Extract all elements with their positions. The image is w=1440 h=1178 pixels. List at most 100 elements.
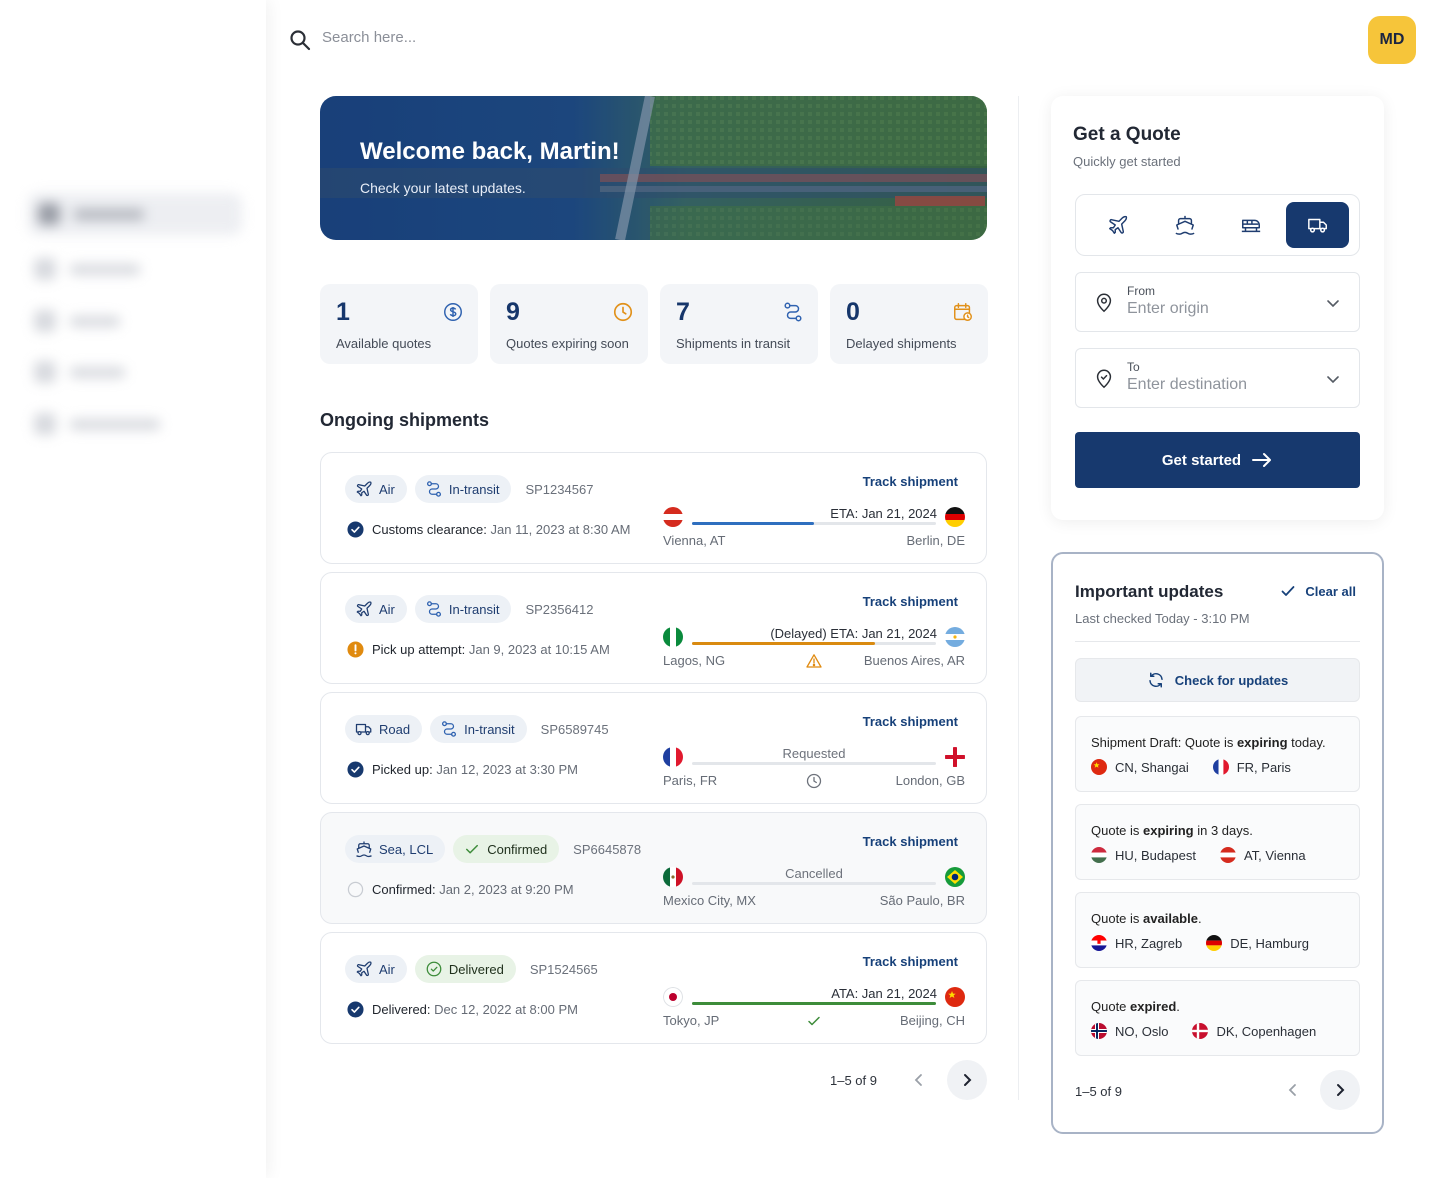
state-tag: In-transit (430, 715, 527, 743)
stat-label: Quotes expiring soon (506, 336, 629, 351)
progress-track (692, 762, 936, 765)
stat-shipments-in-transit[interactable]: 7 Shipments in transit (660, 284, 818, 364)
shipment-tags: Sea, LCL Confirmed SP6645878 (345, 835, 641, 863)
destination-flag-icon (1212, 759, 1229, 775)
sidebar-item[interactable] (34, 258, 140, 280)
stat-value: 0 (846, 298, 860, 326)
status-date: Dec 12, 2022 at 8:00 PM (434, 1002, 578, 1017)
check-for-updates-button[interactable]: Check for updates (1075, 658, 1360, 702)
welcome-subtitle: Check your latest updates. (360, 180, 526, 196)
shipment-card[interactable]: Road In-transit SP6589745 Track shipment… (320, 692, 987, 804)
destination-field[interactable]: To (1075, 348, 1360, 408)
sidebar (0, 0, 266, 1178)
track-shipment-link[interactable]: Track shipment (863, 714, 958, 729)
column-divider (1018, 96, 1019, 1100)
clear-all-label: Clear all (1305, 583, 1356, 599)
empty-circle-icon (347, 881, 364, 898)
mode-tag: Air (345, 595, 407, 623)
update-item[interactable]: Quote expired. NO, Oslo DK, Copenhagen (1075, 980, 1360, 1056)
shipment-route: (Delayed) ETA: Jan 21, 2024 Lagos, NG Bu… (663, 625, 965, 675)
shipment-card[interactable]: Air Delivered SP1524565 Track shipment D… (320, 932, 987, 1044)
chevron-down-icon[interactable] (1325, 371, 1341, 387)
shipment-card[interactable]: Sea, LCL Confirmed SP6645878 Track shipm… (320, 812, 987, 924)
update-message: Quote is available. (1091, 911, 1202, 926)
destination-flag-icon (1192, 1023, 1209, 1039)
track-shipment-link[interactable]: Track shipment (863, 834, 958, 849)
chevron-left-icon (914, 1074, 922, 1086)
clear-all-button[interactable]: Clear all (1280, 583, 1356, 599)
status-date: Jan 9, 2023 at 10:15 AM (468, 642, 610, 657)
stat-value: 7 (676, 298, 690, 326)
sidebar-item-active[interactable] (28, 193, 242, 235)
stat-available-quotes[interactable]: 1 Available quotes (320, 284, 478, 364)
shipment-card[interactable]: Air In-transit SP1234567 Track shipment … (320, 452, 987, 564)
mode-rail-button[interactable] (1219, 202, 1282, 248)
shipments-pagination-label: 1–5 of 9 (830, 1073, 877, 1088)
check-icon (1282, 586, 1295, 596)
check-circle-icon (347, 1001, 364, 1018)
updates-next-button[interactable] (1320, 1070, 1360, 1110)
destination-location: DK, Copenhagen (1216, 1023, 1317, 1039)
mode-road-button[interactable] (1286, 202, 1349, 248)
destination-flag-icon (945, 627, 965, 647)
mode-tag: Sea, LCL (345, 835, 446, 863)
shipment-route: ATA: Jan 21, 2024 Tokyo, JP Beijing, CH (663, 985, 965, 1035)
update-item[interactable]: Shipment Draft: Quote is expiring today.… (1075, 716, 1360, 792)
sidebar-item[interactable] (34, 361, 125, 383)
chevron-down-icon[interactable] (1325, 295, 1341, 311)
shipment-status: Pick up attempt: Jan 9, 2023 at 10:15 AM (347, 641, 610, 658)
important-updates-panel: Important updates Last checked Today - 3… (1051, 552, 1384, 1134)
next-page-button[interactable] (947, 1060, 987, 1100)
update-message: Quote is expiring in 3 days. (1091, 823, 1253, 838)
sidebar-item[interactable] (34, 413, 160, 435)
destination-city: Berlin, DE (906, 533, 965, 548)
destination-city: London, GB (895, 773, 965, 788)
update-item[interactable]: Quote is expiring in 3 days. HU, Budapes… (1075, 804, 1360, 880)
progress-track (692, 642, 936, 645)
sidebar-item[interactable] (34, 310, 120, 332)
route-icon (784, 302, 802, 322)
get-started-button[interactable]: Get started (1075, 432, 1360, 488)
status-label: Confirmed: (372, 882, 436, 897)
destination-flag-icon (945, 867, 965, 887)
mode-label: Air (379, 961, 395, 977)
origin-input[interactable] (1127, 300, 1317, 318)
update-message: Shipment Draft: Quote is expiring today. (1091, 735, 1326, 750)
progress-fill (692, 522, 814, 525)
origin-flag-icon (663, 627, 683, 647)
stat-quotes-expiring[interactable]: 9 Quotes expiring soon (490, 284, 648, 364)
shipment-card[interactable]: Air In-transit SP2356412 Track shipment … (320, 572, 987, 684)
location-pin-icon (1096, 293, 1112, 313)
origin-field[interactable]: From (1075, 272, 1360, 332)
destination-input[interactable] (1127, 376, 1317, 394)
top-bar (266, 0, 1440, 82)
stat-delayed-shipments[interactable]: 0 Delayed shipments (830, 284, 988, 364)
origin-city: Vienna, AT (663, 533, 726, 548)
state-label: In-transit (448, 601, 500, 617)
origin-label: From (1127, 284, 1155, 298)
search-input[interactable] (322, 29, 722, 46)
mode-air-button[interactable] (1086, 202, 1149, 248)
shipment-status: Customs clearance: Jan 11, 2023 at 8:30 … (347, 521, 631, 538)
update-item[interactable]: Quote is available. HR, Zagreb DE, Hambu… (1075, 892, 1360, 968)
destination-city: Buenos Aires, AR (863, 653, 965, 668)
track-shipment-link[interactable]: Track shipment (863, 594, 958, 609)
track-shipment-link[interactable]: Track shipment (863, 474, 958, 489)
shipment-route: Cancelled Mexico City, MX São Paulo, BR (663, 865, 965, 915)
refresh-icon (1149, 672, 1163, 688)
destination-flag-icon (945, 987, 965, 1007)
shipment-id: SP6589745 (540, 721, 609, 737)
mode-sea-button[interactable] (1153, 202, 1216, 248)
search-icon (290, 30, 311, 51)
ship-icon (355, 840, 373, 858)
track-shipment-link[interactable]: Track shipment (863, 954, 958, 969)
route-status-label: Requested (782, 746, 846, 761)
previous-page-button[interactable] (899, 1060, 939, 1100)
updates-previous-button[interactable] (1273, 1070, 1313, 1110)
truck-icon (355, 720, 373, 738)
update-route: NO, Oslo DK, Copenhagen (1091, 1023, 1316, 1039)
user-avatar[interactable]: MD (1368, 16, 1416, 64)
shipment-route: Requested Paris, FR London, GB (663, 745, 965, 795)
welcome-title: Welcome back, Martin! (360, 138, 620, 165)
shipment-tags: Air In-transit SP1234567 (345, 475, 593, 503)
